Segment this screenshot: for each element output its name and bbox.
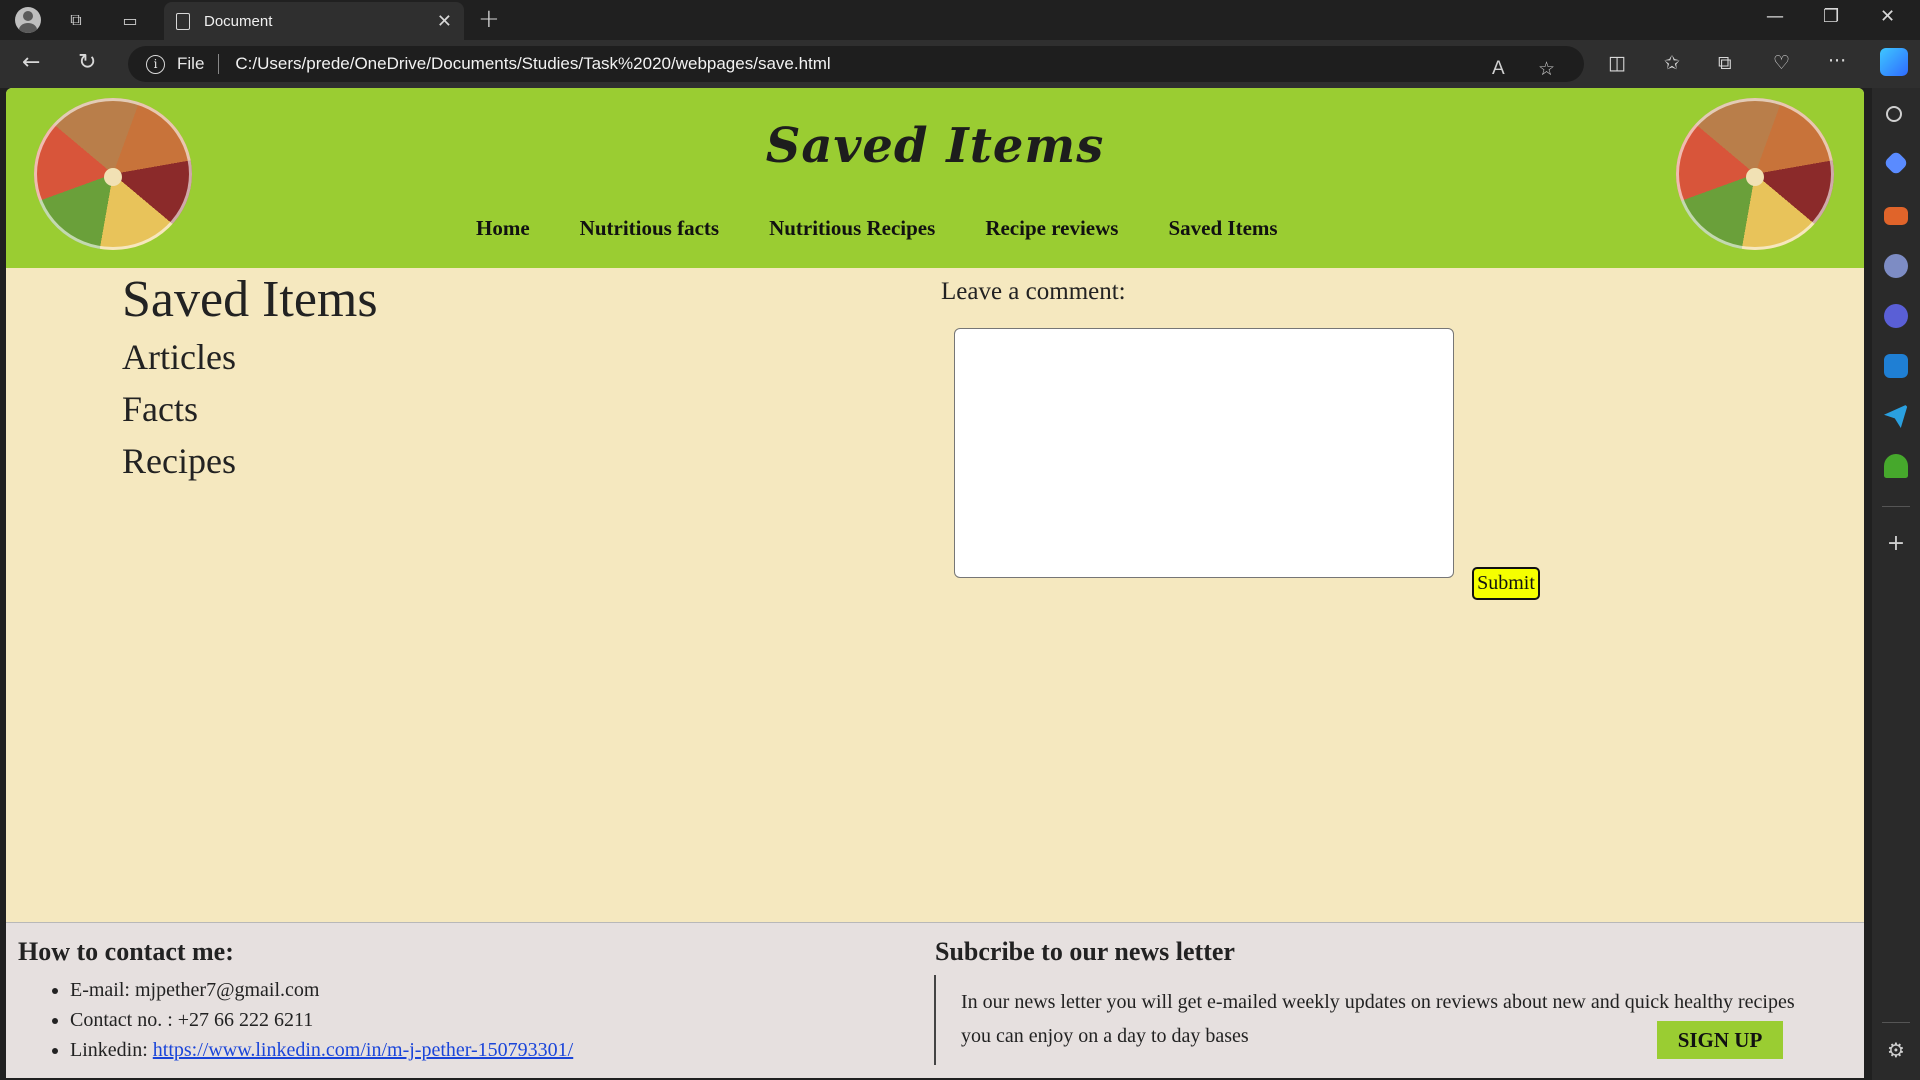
- nav-recipe-reviews[interactable]: Recipe reviews: [985, 216, 1118, 241]
- shopping-tag-icon[interactable]: [1883, 150, 1909, 176]
- site-header: Saved Items Home Nutritious facts Nutrit…: [6, 88, 1864, 268]
- nav-home[interactable]: Home: [476, 216, 530, 241]
- profile-avatar-icon[interactable]: [14, 6, 42, 34]
- saved-item-recipes[interactable]: Recipes: [122, 440, 236, 482]
- saved-item-articles[interactable]: Articles: [122, 336, 236, 378]
- address-prefix: File: [177, 54, 205, 73]
- contact-phone: Contact no. : +27 66 222 6211: [70, 1005, 573, 1035]
- linkedin-label: Linkedin:: [70, 1039, 153, 1061]
- more-options-icon[interactable]: ···: [1828, 50, 1846, 72]
- signup-button[interactable]: SIGN UP: [1657, 1021, 1783, 1059]
- nav-saved-items[interactable]: Saved Items: [1168, 216, 1277, 241]
- contact-title: How to contact me:: [18, 937, 234, 966]
- sidebar-search-icon[interactable]: [1886, 106, 1902, 122]
- site-footer: How to contact me: E-mail: mjpether7@gma…: [6, 922, 1864, 1078]
- restore-icon[interactable]: ❐: [1823, 6, 1839, 27]
- favorites-icon[interactable]: ✩: [1664, 52, 1680, 74]
- copilot-icon[interactable]: [1880, 48, 1908, 76]
- split-screen-icon[interactable]: ◫: [1608, 52, 1626, 74]
- contact-email: E-mail: mjpether7@gmail.com: [70, 975, 573, 1005]
- nav-nutritious-recipes[interactable]: Nutritious Recipes: [769, 216, 935, 241]
- web-page: Saved Items Home Nutritious facts Nutrit…: [6, 88, 1864, 1078]
- collections-icon[interactable]: ⧉: [1718, 52, 1732, 74]
- comment-textarea[interactable]: [954, 328, 1454, 578]
- submit-button[interactable]: Submit: [1472, 567, 1540, 600]
- browser-tab[interactable]: Document ✕: [164, 2, 464, 40]
- address-bar[interactable]: i File C:/Users/prede/OneDrive/Documents…: [128, 46, 1584, 82]
- browser-sidebar: + ⚙: [1872, 88, 1920, 1080]
- page-heading: Saved Items: [122, 271, 378, 328]
- url-text[interactable]: C:/Users/prede/OneDrive/Documents/Studie…: [235, 54, 830, 74]
- games-icon[interactable]: [1884, 254, 1908, 278]
- newsletter-title: Subcribe to our news letter: [935, 937, 1235, 966]
- saved-item-facts[interactable]: Facts: [122, 388, 198, 430]
- main-nav: Home Nutritious facts Nutritious Recipes…: [476, 216, 1278, 241]
- favorite-star-icon[interactable]: ☆: [1538, 58, 1555, 81]
- tab-title: Document: [204, 12, 273, 30]
- sidebar-divider-bottom: [1882, 1022, 1910, 1023]
- site-info-icon[interactable]: i: [146, 54, 165, 74]
- address-toolbar: ← ↻ i File C:/Users/prede/OneDrive/Docum…: [0, 40, 1920, 88]
- refresh-icon[interactable]: ↻: [78, 50, 96, 75]
- browser-tab-bar: ⧉ ▭ Document ✕ + — ❐ ✕: [0, 0, 1920, 40]
- comment-label: Leave a comment:: [941, 278, 1126, 305]
- workspaces-icon[interactable]: ⧉: [62, 6, 90, 34]
- close-tab-icon[interactable]: ✕: [437, 11, 452, 32]
- address-separator: [218, 54, 220, 74]
- browser-essentials-icon[interactable]: ♡: [1773, 52, 1790, 74]
- new-tab-icon[interactable]: +: [478, 4, 500, 34]
- sidebar-divider: [1882, 506, 1910, 507]
- document-icon: [176, 12, 190, 30]
- outlook-icon[interactable]: [1884, 354, 1908, 378]
- linkedin-link[interactable]: https://www.linkedin.com/in/m-j-pether-1…: [153, 1039, 573, 1061]
- contact-linkedin: Linkedin: https://www.linkedin.com/in/m-…: [70, 1035, 573, 1065]
- newsletter-divider: [934, 975, 936, 1065]
- tree-icon[interactable]: [1884, 454, 1908, 478]
- back-icon[interactable]: ←: [22, 50, 40, 75]
- microsoft-365-icon[interactable]: [1884, 304, 1908, 328]
- nav-nutritious-facts[interactable]: Nutritious facts: [580, 216, 719, 241]
- minimize-icon[interactable]: —: [1766, 6, 1784, 27]
- add-sidebar-app-icon[interactable]: +: [1884, 532, 1908, 556]
- read-aloud-icon[interactable]: A: [1492, 58, 1505, 80]
- close-window-icon[interactable]: ✕: [1880, 6, 1895, 27]
- contact-list: E-mail: mjpether7@gmail.com Contact no. …: [70, 975, 573, 1065]
- send-icon[interactable]: [1884, 404, 1908, 428]
- sidebar-settings-icon[interactable]: ⚙: [1884, 1038, 1908, 1062]
- tab-actions-icon[interactable]: ▭: [116, 6, 144, 34]
- toolbox-icon[interactable]: [1884, 207, 1908, 225]
- site-title: Saved Items: [765, 118, 1105, 174]
